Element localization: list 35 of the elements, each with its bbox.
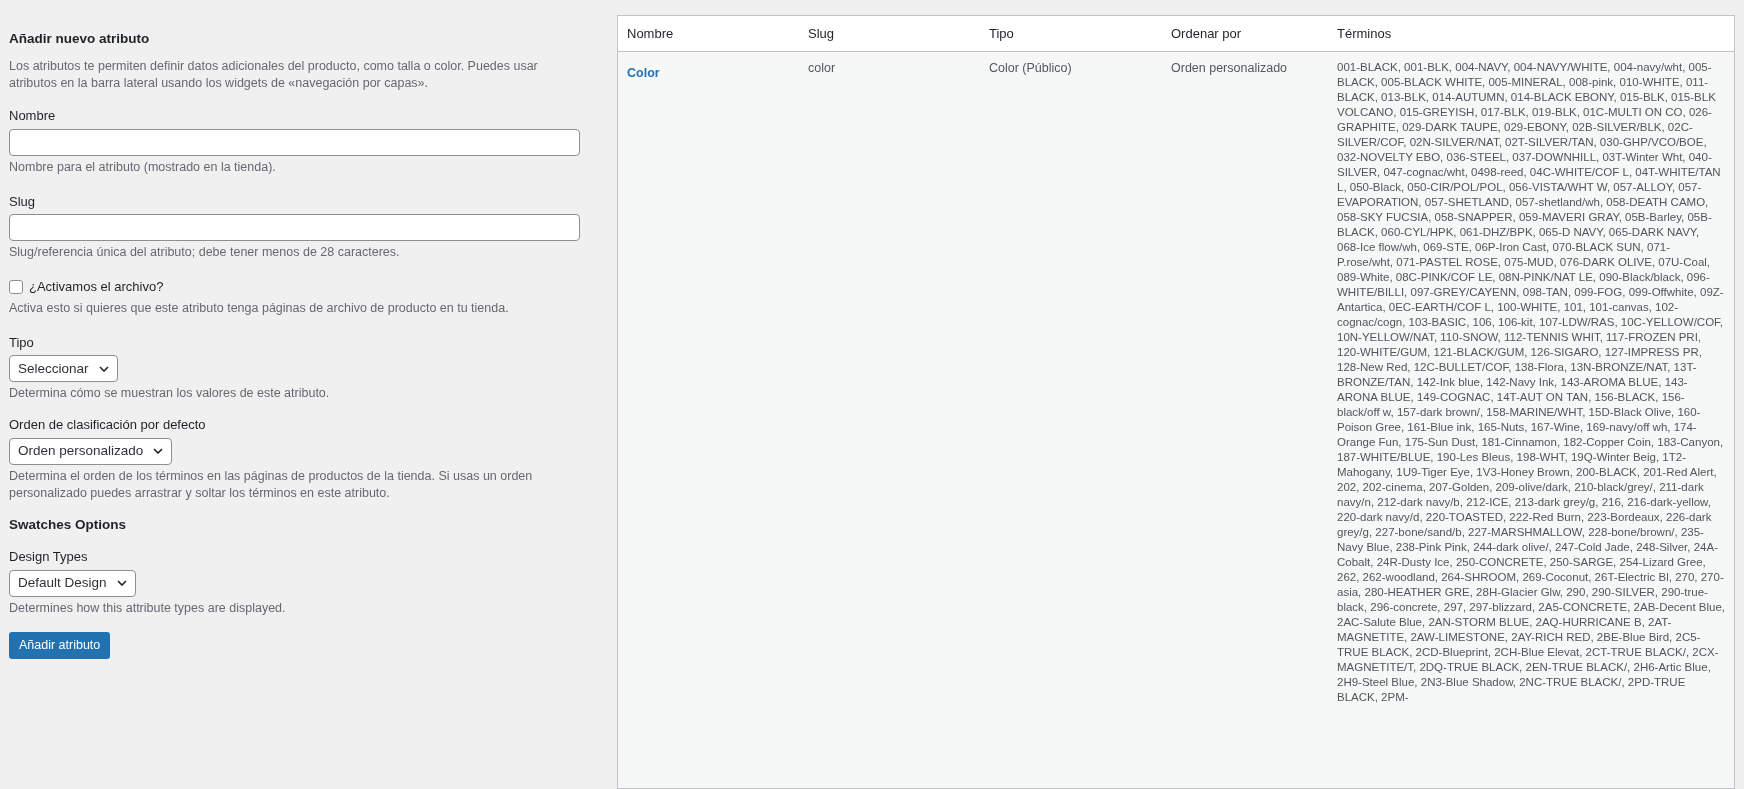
intro-text: Los atributos te permiten definir datos adicionales del producto, como talla o color. Puedes usar atributos en la barra lateral usando los widgets de «navegación por capas». (9, 58, 539, 93)
column-header: Slug (807, 24, 836, 43)
field-label: Orden de clasificación por defecto (9, 416, 207, 435)
attribute-link[interactable]: Color (627, 66, 660, 80)
checkbox-label: ¿Activamos el archivo? (29, 278, 164, 297)
field-label: Tipo (9, 333, 35, 352)
checkbox[interactable] (9, 280, 23, 294)
field-description: Determines how this attribute types are displayed. (9, 599, 287, 617)
field-label: Design Types (9, 548, 89, 566)
select-dropdown[interactable]: Default Design (9, 569, 136, 597)
table-cell-text: Orden personalizado (1171, 60, 1289, 77)
add-attribute-button[interactable]: Añadir atributo (9, 631, 111, 659)
table-cell-text: color (808, 60, 837, 77)
table-cell-text: Color (Público) (989, 60, 1073, 77)
table-cell: 001-BLACK, 001-BLK, 004-NAVY, 004-NAVY/WHITE, 004-navy/wht, 005-BLACK, 005-BLACK WHITE, 005-MINERAL, 008-pink, 010-WHITE, 011-BLACK, 013-BLK, 014-AUTUMN, 014-BLACK EBONY, 015-BLK, 015-BLK VOLCANO, 015-GREYISH, 017-BLK, 019-BLK, 01C-MULTI ON CO, 026-GRAPHITE, 029-DARK TAUPE, 029-EBONY, 02B-SILVER/BLK, 02C-SILVER/COF, 02N-SILVER/NAT, 02T-SILVER/TAN, 030-GHP/VCO/BOE, 032-NOVELTY EBO, 036-STEEL, 037-DOWNHILL, 03T-Winter Wht, 040-SILVER, 047-cognac/wht, 0498-reed, 04C-WHITE/COF L, 04T-WHITE/TAN L, 050-Black, 050-CIR/POL/POL, 056-VISTA/WHT W, 057-ALLOY, 057-EVAPORATION, 057-SHETLAND, 057-shetland/wh, 058-DEATH CAMO, 058-SKY FUCSIA, 058-SNAPPER, 059-MAVERI GRAY, 05B-Barley, 05B-BLACK, 060-CYL/HPK, 061-DHZ/BPK, 065-D NAVY, 065-DARK NAVY, 068-Ice flow/wh, 069-STE, 06P-Iron Cast, 070-BLACK SUN, 071-P.rose/wht, 071-PASTEL ROSE, 075-MUD, 076-DARK OLIVE, 07U-Coal, 089-White, 08C-PINK/COF LE, 08N-PINK/NAT LE, 090-Black/black, 096-WHITE/BILLI, 097-GREY/CAYENN, 098-TAN, 099-FOG, 099-Offwhite, 09Z-Antartica, 0EC-EARTH/COF L, 100-WHITE, 101, 101-canvas, 102-cognac/cogn, 103-BASIC, 106, 106-kit, 107-LDW/RAS, 10C-YELLOW/COF, 10N-YELLOW/NAT, 110-SNOW, 112-TENNIS WHIT, 117-FROZEN PRI, 120-WHITE/GUM, 121-BLACK/GUM, 126-SIGARO, 127-IMPRESS PR, 128-New Red, 12C-BULLET/COF, 138-Flora, 13N-BRONZE/NAT, 13T-BRONZE/TAN, 142-Ink blue, 142-Navy Ink, 143-AROMA BLUE, 143-ARONA BLUE, 149-COGNAC, 14T-AUT ON TAN, 156-BLACK, 156-black/off w, 157-dark brown/, 158-MARINE/WHT, 15D-Black Olive, 160-Poison Gree, 161-Blue ink, 165-Nuts, 167-Wine, 169-navy/off wh, 174-Orange Fun, 175-Sun Dust, 181-Cinnamon, 182-Copper Coin, 183-Canyon, 187-WHITE/BLUE, 190-Les Bleus, 198-WHT, 19Q-Winter Beig, 1T2-Mahogany, 1U9-Tiger Eye, 1V3-Honey Brown, 200-BLACK, 201-Red Alert, 202, 202-cinema, 207-Golden, 209-olive/dark, 210-black/grey/, 211-dark navy/n, 212-dark navy/b, 212-ICE, 213-dark grey/g, 216, 216-dark-yellow, 220-dark navy/d, 220-TOASTED, 222-Red Burn, 223-Bordeaux, 226-dark grey/g, 227-bone/sand/b, 227-MARSHMALLOW, 228-bone/brown/, 235-Navy Blue, 238-Pink Pink, 244-dark olive/, 247-Cold Jade, 248-Silver, 24A-Cobalt, 24R-Dusty Ice, 250-CONCRETE, 250-SARGE, 254-Lizard Gree, 262, 262-woodland, 264-SHROOM, 269-Coconut, 26T-Electric Bl, 270, 270-asia, 280-HEATHER GRE, 28H-Glacier Glw, 290, 290-SILVER, 290-true-black, 296-concrete, 297, 297-blizzard, 2A5-CONCRETE, 2AB-Decent Blue, 2AC-Salute Blue, 2AN-STORM BLUE, 2AQ-HURRICANE B, 2AT-MAGNETITE, 2AW-LIMESTONE, 2AY-RICH RED, 2BE-Blue Bird, 2C5-TRUE BLACK, 2CD-Blueprint, 2CH-Blue Elevat, 2CT-TRUE BLACK/, 2CX-MAGNETITE/T, 2DQ-TRUE BLACK, 2EN-TRUE BLACK/, 2H6-Artic Blue, 2H9-Steel Blue, 2N3-Blue Shadow, 2NC-TRUE BLACK/, 2PD-TRUE BLACK, 2PM- (1337, 60, 1725, 705)
chevron-down-icon (153, 448, 164, 455)
column-header: Términos (1336, 24, 1393, 43)
column-header: Tipo (988, 24, 1015, 43)
select-dropdown[interactable]: Seleccionar (9, 355, 118, 383)
field-description: Activa esto si quieres que este atributo tenga páginas de archivo de producto en tu tienda. (9, 299, 510, 317)
text-field[interactable] (9, 214, 580, 242)
section-heading: Swatches Options (9, 515, 128, 534)
field-label: Nombre (9, 107, 57, 126)
column-header: Ordenar por (1170, 24, 1243, 43)
text-field[interactable] (9, 128, 580, 156)
field-description: Nombre para el atributo (mostrado en la tienda). (9, 158, 277, 176)
column-header: Nombre (626, 24, 675, 43)
chevron-down-icon (98, 365, 109, 372)
select-dropdown[interactable]: Orden personalizado (9, 437, 173, 465)
form-title: Añadir nuevo atributo (9, 30, 151, 48)
field-description: Determina el orden de los términos en las páginas de productos de la tienda. Si usas un orden personalizado puedes arrastrar y soltar los términos en este atributo. (9, 467, 534, 502)
field-description: Determina cómo se muestran los valores de este atributo. (9, 385, 331, 403)
chevron-down-icon (116, 580, 127, 586)
field-description: Slug/referencia única del atributo; debe tener menos de 28 caracteres. (9, 244, 401, 262)
field-label: Slug (9, 192, 37, 211)
